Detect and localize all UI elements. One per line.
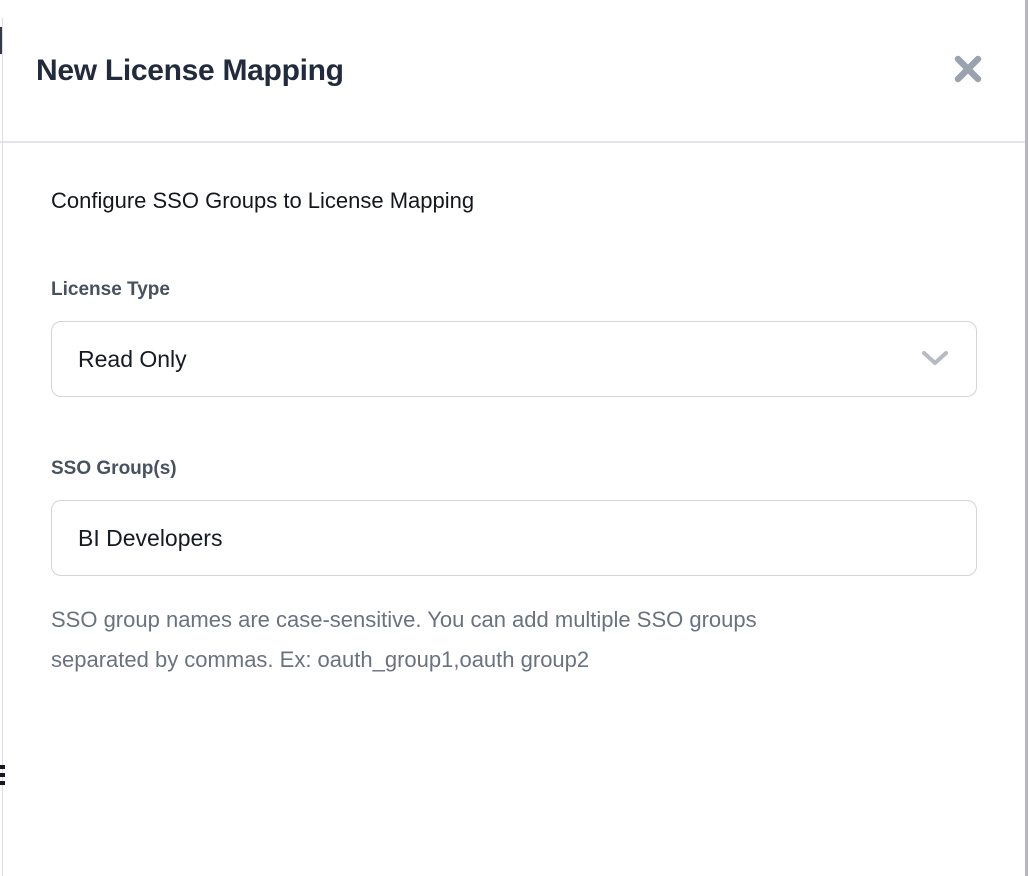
close-button[interactable] <box>951 54 985 88</box>
help-text-line: separated by commas. Ex: oauth_group1,oa… <box>51 640 977 680</box>
modal-description: Configure SSO Groups to License Mapping <box>51 188 977 214</box>
sso-groups-input[interactable] <box>51 500 977 576</box>
backdrop-left-notch <box>0 27 2 54</box>
sso-groups-label: SSO Group(s) <box>51 458 977 480</box>
close-icon <box>952 53 984 88</box>
sso-groups-help-text: SSO group names are case-sensitive. You … <box>51 600 977 680</box>
license-type-label: License Type <box>51 279 977 301</box>
license-type-select[interactable]: Read Only <box>51 321 977 397</box>
chevron-down-icon <box>920 346 950 373</box>
modal-header: New License Mapping <box>0 0 1028 143</box>
modal-title: New License Mapping <box>36 54 344 88</box>
backdrop-left-edge <box>2 18 3 876</box>
license-type-selected-value: Read Only <box>78 346 187 373</box>
help-text-line: SSO group names are case-sensitive. You … <box>51 600 977 640</box>
menu-icon <box>0 765 5 785</box>
new-license-mapping-modal: New License Mapping Configure SSO Groups… <box>0 0 1028 876</box>
modal-body: Configure SSO Groups to License Mapping … <box>0 143 1028 680</box>
